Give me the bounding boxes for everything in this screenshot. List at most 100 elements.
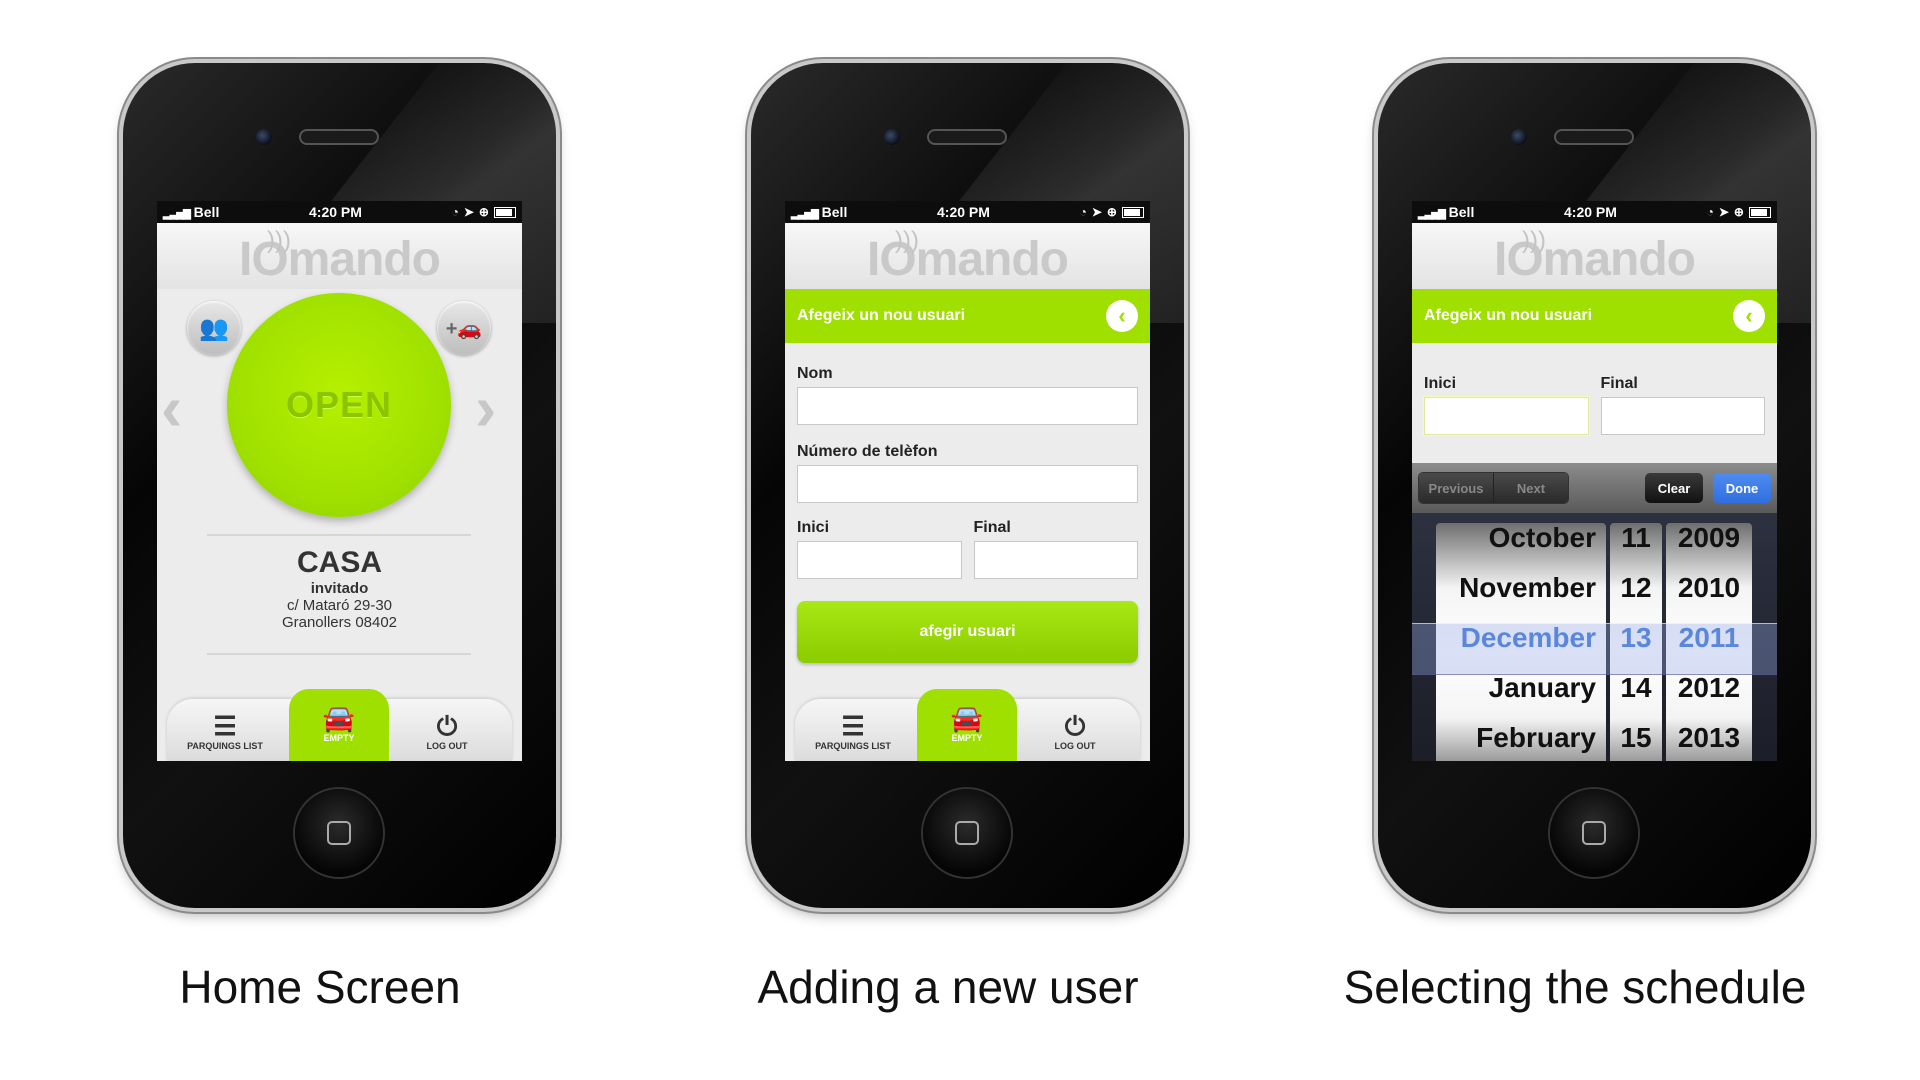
next-button[interactable]: Next: [1493, 473, 1568, 503]
start-field[interactable]: [797, 541, 962, 579]
tab-label: PARQUINGS LIST: [187, 741, 263, 751]
picker-toolbar: Previous Next Clear Done: [1412, 463, 1777, 513]
tab-label: LOG OUT: [426, 741, 468, 751]
done-button[interactable]: Done: [1713, 473, 1771, 503]
back-chevron-icon[interactable]: ‹: [1106, 300, 1138, 332]
home-square-icon: [955, 821, 979, 845]
tab-log-out[interactable]: ⏻ LOG OUT: [397, 699, 497, 761]
camera-icon: [256, 129, 272, 145]
previous-button[interactable]: Previous: [1419, 473, 1493, 503]
home-button[interactable]: [923, 789, 1011, 877]
tab-bar: ☰ PARQUINGS LIST 🚘 EMPTY ⏻ LOG OUT: [167, 689, 512, 761]
address-line-2: Granollers 08402: [281, 614, 398, 631]
end-field[interactable]: [1600, 397, 1765, 435]
add-user-form: Nom Número de telèfon Inici Final afegir…: [785, 343, 1150, 663]
status-time: 4:20 PM: [309, 204, 362, 220]
divider: [207, 534, 471, 536]
tab-label: LOG OUT: [1054, 741, 1096, 751]
lock-icon: ⊕: [1106, 205, 1117, 219]
tab-empty[interactable]: 🚘 EMPTY: [917, 689, 1017, 761]
carrier: Bell: [193, 204, 220, 220]
status-time: 4:20 PM: [937, 204, 990, 220]
camera-icon: [884, 129, 900, 145]
tab-parquings-list[interactable]: ☰ PARQUINGS LIST: [803, 699, 903, 761]
picker-year: 2013: [1677, 722, 1741, 753]
location-name: CASA: [296, 546, 382, 579]
users-icon[interactable]: 👥: [187, 301, 241, 355]
tab-log-out[interactable]: ⏻ LOG OUT: [1025, 699, 1125, 761]
tab-empty[interactable]: 🚘 EMPTY: [289, 689, 389, 761]
end-field[interactable]: [973, 541, 1138, 579]
divider: [207, 653, 471, 655]
location-role: invitado: [310, 580, 369, 597]
picker-selection-bar: [1412, 623, 1777, 675]
name-field[interactable]: [797, 387, 1138, 425]
phone-label: Número de telèfon: [797, 443, 938, 460]
home-square-icon: [327, 821, 351, 845]
phone-body: ▂▃▅▇ Bell 4:20 PM ◔ ➤ ⊕ ))) IOmando Afegei…: [751, 63, 1184, 908]
status-bar: ▂▃▅▇ Bell 4:20 PM ◔ ➤ ⊕: [157, 201, 522, 223]
phone-schedule: ▂▃▅▇ Bell 4:20 PM ◔ ➤ ⊕ ))) IOmando Afegei…: [1255, 0, 1895, 1080]
chevron-left-icon[interactable]: ‹: [161, 371, 182, 445]
phone-body: ▂▃▅▇ Bell 4:20 PM ◔ ➤ ⊕ ))) IOmando Afegei…: [1378, 63, 1811, 908]
tab-parquings-list[interactable]: ☰ PARQUINGS LIST: [175, 699, 275, 761]
phone-body: ▂▃▅▇ Bell 4:20 PM ◔ ➤ ⊕ ))) IOmando 👥 +🚗 ‹…: [123, 63, 556, 908]
battery-icon: [1121, 206, 1144, 218]
caption-home-screen: Home Screen: [179, 961, 461, 1013]
start-field[interactable]: [1424, 397, 1589, 435]
start-label: Inici: [797, 519, 830, 536]
carrier: Bell: [1448, 204, 1475, 220]
carrier: Bell: [821, 204, 848, 220]
signal-icon: ▂▃▅▇: [1418, 209, 1446, 220]
picker-day: 15: [1620, 722, 1652, 753]
open-label: OPEN: [285, 384, 393, 425]
picker-year: 2010: [1677, 572, 1741, 603]
section-header: Afegeix un nou usuari ‹: [1412, 289, 1777, 343]
app-logo-bar: ))) IOmando: [785, 223, 1150, 289]
speaker-grille: [927, 129, 1007, 145]
power-icon: ⏻: [436, 711, 458, 741]
lock-icon: ⊕: [478, 205, 489, 219]
power-icon: ⏻: [1064, 711, 1086, 741]
back-chevron-icon[interactable]: ‹: [1733, 300, 1765, 332]
signal-icon: ▂▃▅▇: [163, 209, 191, 220]
name-label: Nom: [797, 365, 833, 382]
list-icon: ☰: [213, 711, 237, 741]
add-user-button[interactable]: afegir usuari: [797, 601, 1138, 663]
location-icon: ➤: [463, 205, 474, 219]
phone-field[interactable]: [797, 465, 1138, 503]
screen: ▂▃▅▇ Bell 4:20 PM ◔ ➤ ⊕ ))) IOmando Afegei…: [785, 201, 1150, 761]
home-button[interactable]: [295, 789, 383, 877]
phone-home-screen: ▂▃▅▇ Bell 4:20 PM ◔ ➤ ⊕ ))) IOmando 👥 +🚗 ‹…: [0, 0, 640, 1080]
picker-month: October: [1488, 522, 1596, 553]
signal-icon: ▂▃▅▇: [791, 209, 819, 220]
camera-icon: [1511, 129, 1527, 145]
location-icon: ➤: [1718, 205, 1729, 219]
tab-label: EMPTY: [951, 733, 983, 743]
location-icon: ➤: [1091, 205, 1102, 219]
start-label: Inici: [1424, 375, 1457, 392]
garage-car-icon: 🚘: [322, 703, 356, 733]
screen: ▂▃▅▇ Bell 4:20 PM ◔ ➤ ⊕ ))) IOmando Afegei…: [1412, 201, 1777, 761]
tab-bar: ☰ PARQUINGS LIST 🚘 EMPTY ⏻ LOG OUT: [795, 689, 1140, 761]
alarm-icon: ◔: [1706, 205, 1714, 219]
status-bar: ▂▃▅▇ Bell 4:20 PM ◔ ➤ ⊕: [1412, 201, 1777, 223]
date-picker[interactable]: October November December January Februa…: [1412, 513, 1777, 761]
open-button[interactable]: OPEN: [227, 293, 451, 517]
list-icon: ☰: [841, 711, 865, 741]
clear-button[interactable]: Clear: [1645, 473, 1703, 503]
caption-add-user: Adding a new user: [757, 961, 1139, 1013]
alarm-icon: ◔: [1079, 205, 1087, 219]
wifi-wave-icon: ))): [1522, 227, 1546, 254]
home-button[interactable]: [1550, 789, 1638, 877]
battery-icon: [1748, 206, 1771, 218]
battery-icon: [493, 206, 516, 218]
chevron-right-icon[interactable]: ›: [475, 371, 496, 445]
end-label: Final: [1600, 375, 1638, 392]
caption-schedule: Selecting the schedule: [1343, 961, 1807, 1013]
add-access-icon[interactable]: +🚗: [437, 301, 491, 355]
section-title: Afegeix un nou usuari: [1424, 307, 1593, 324]
section-header: Afegeix un nou usuari ‹: [785, 289, 1150, 343]
end-label: Final: [973, 519, 1011, 536]
location-card: CASA invitado c/ Mataró 29-30 Granollers…: [157, 546, 522, 631]
